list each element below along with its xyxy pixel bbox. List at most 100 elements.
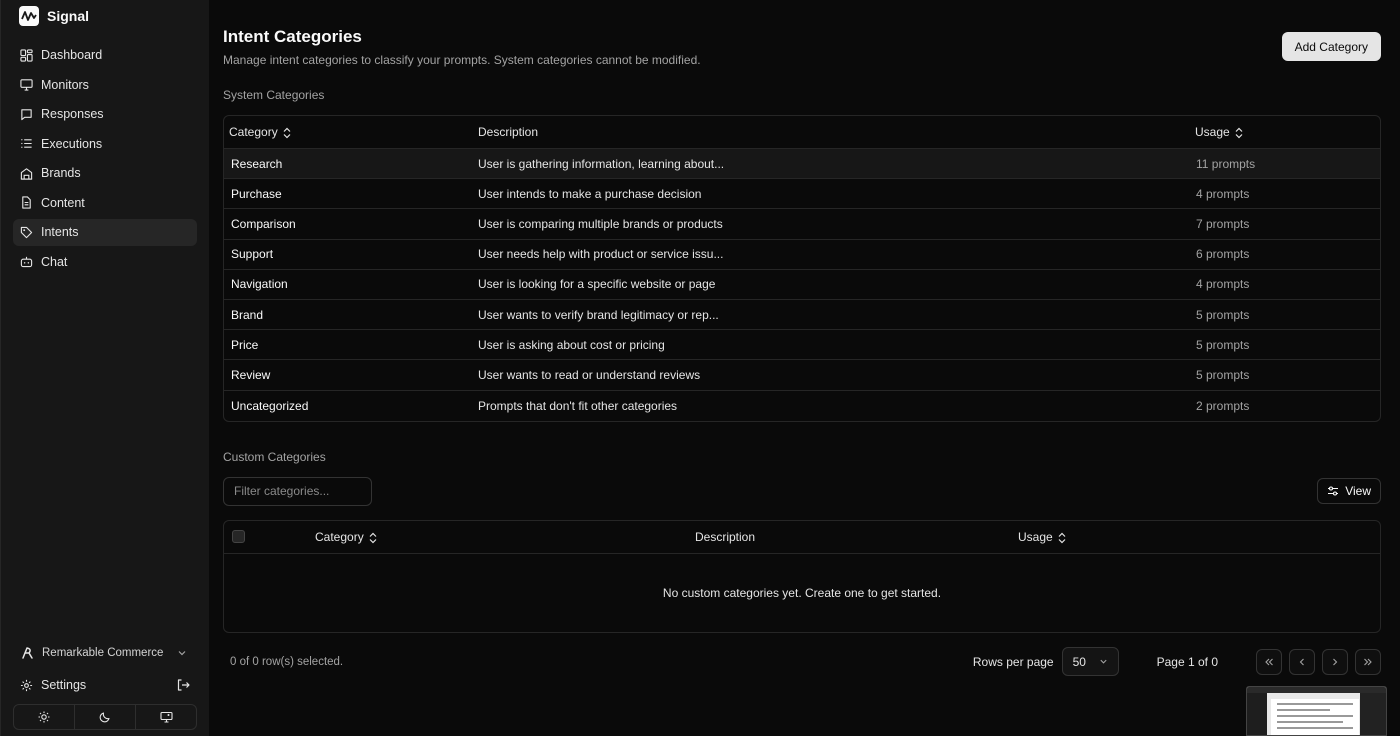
previous-page-button[interactable] [1289, 648, 1315, 675]
table-header: Category Description Usage [224, 116, 1380, 149]
page-header: Intent Categories Manage intent categori… [223, 0, 1381, 67]
chevron-down-icon [1100, 659, 1107, 664]
table-row[interactable]: Support User needs help with product or s… [224, 240, 1380, 270]
usage-cell: 4 prompts [1196, 186, 1250, 201]
description-column-header: Description [478, 125, 539, 139]
first-page-button[interactable] [1256, 648, 1282, 675]
settings-label: Settings [41, 678, 87, 692]
system-categories-table: Category Description Usage Research User … [223, 115, 1381, 422]
sidebar-item-dashboard[interactable]: Dashboard [13, 42, 197, 69]
chevron-left-icon [1299, 658, 1304, 666]
category-column-header[interactable]: Category [224, 125, 478, 139]
system-theme-button[interactable] [136, 705, 196, 729]
dashboard-icon [20, 49, 33, 62]
table-row[interactable]: Purchase User intends to make a purchase … [224, 179, 1380, 210]
message-icon [21, 109, 32, 120]
description-column-header: Description [695, 529, 756, 544]
sidebar-item-intents[interactable]: Intents [13, 219, 197, 246]
filter-input[interactable] [223, 476, 372, 506]
category-cell: Uncategorized [231, 398, 309, 413]
sidebar-item-responses[interactable]: Responses [13, 101, 197, 128]
table-header: Category Description Usage [224, 521, 1380, 554]
table-row[interactable]: Navigation User is looking for a specific… [224, 270, 1380, 300]
selection-count: 0 of 0 row(s) selected. [230, 655, 344, 668]
sidebar-item-label: Chat [41, 254, 68, 269]
org-logo-icon [22, 647, 33, 659]
next-page-button[interactable] [1322, 648, 1348, 675]
sidebar-item-brands[interactable]: Brands [13, 160, 197, 187]
light-theme-button[interactable] [14, 705, 75, 729]
settings-link[interactable]: Settings [13, 672, 197, 698]
table-row[interactable]: Uncategorized Prompts that don't fit othe… [224, 391, 1380, 421]
table-row[interactable]: Comparison User is comparing multiple bra… [224, 209, 1380, 240]
sidebar: Signal Dashboard Monitors Responses Exec… [0, 0, 209, 736]
sidebar-item-label: Monitors [41, 77, 89, 92]
brand[interactable]: Signal [13, 0, 197, 32]
system-categories-label: System Categories [223, 88, 325, 102]
category-column-header[interactable]: Category [315, 530, 695, 544]
sidebar-item-label: Brands [41, 166, 81, 181]
description-cell: User is comparing multiple brands or pro… [478, 216, 723, 231]
usage-cell: 7 prompts [1196, 216, 1250, 231]
category-cell: Navigation [231, 277, 288, 292]
chevrons-left-icon [1265, 658, 1273, 666]
sidebar-item-monitors[interactable]: Monitors [13, 72, 197, 99]
logout-icon[interactable] [176, 678, 190, 692]
usage-cell: 5 prompts [1196, 367, 1250, 382]
table-row[interactable]: Review User wants to read or understand r… [224, 360, 1380, 391]
list-icon [21, 139, 32, 149]
add-category-button[interactable]: Add Category [1281, 32, 1381, 61]
signal-logo-icon [19, 6, 39, 26]
description-cell: User needs help with product or service … [478, 247, 724, 262]
org-switcher[interactable]: Remarkable Commerce [13, 640, 197, 666]
rows-per-page-value: 50 [1072, 654, 1086, 669]
table-row[interactable]: Brand User wants to verify brand legitima… [224, 300, 1380, 331]
rows-per-page-label: Rows per page [972, 654, 1054, 669]
sidebar-item-chat[interactable]: Chat [13, 249, 197, 276]
column-label: Category [315, 529, 364, 544]
select-all-checkbox[interactable] [232, 530, 245, 544]
chevrons-right-icon [1364, 658, 1372, 666]
category-cell: Purchase [231, 186, 282, 201]
table-row[interactable]: Research User is gathering information, l… [224, 149, 1380, 180]
page-info: Page 1 of 0 [1156, 654, 1218, 669]
usage-cell: 5 prompts [1196, 307, 1250, 322]
sidebar-footer: Remarkable Commerce Settings [13, 640, 197, 730]
main-content: Intent Categories Manage intent categori… [209, 0, 1400, 736]
sidebar-item-label: Responses [41, 107, 104, 122]
description-cell: User is gathering information, learning … [478, 156, 725, 171]
chevron-down-icon [179, 651, 186, 656]
pager [1256, 648, 1381, 675]
org-name: Remarkable Commerce [42, 647, 164, 659]
bot-icon [20, 257, 33, 268]
usage-column-header[interactable]: Usage [1188, 125, 1380, 139]
sidebar-item-label: Content [41, 195, 85, 210]
sort-icon [283, 127, 291, 139]
category-cell: Review [231, 367, 271, 382]
sidebar-item-content[interactable]: Content [13, 190, 197, 217]
category-cell: Comparison [231, 216, 296, 231]
category-cell: Price [231, 337, 259, 352]
screenshot-thumbnail[interactable] [1246, 686, 1387, 736]
sort-icon [1235, 127, 1243, 139]
usage-column-header[interactable]: Usage [1018, 530, 1067, 544]
column-label: Usage [1195, 125, 1230, 139]
column-label: Usage [1018, 529, 1053, 544]
sidebar-item-executions[interactable]: Executions [13, 131, 197, 158]
description-cell: User intends to make a purchase decision [478, 186, 702, 201]
view-button[interactable]: View [1317, 478, 1381, 505]
custom-categories-table: Category Description Usage No custom cat… [223, 519, 1381, 633]
page-title: Intent Categories [223, 27, 362, 46]
usage-cell: 11 prompts [1196, 156, 1256, 171]
last-page-button[interactable] [1355, 648, 1381, 675]
tag-icon [20, 226, 33, 238]
description-cell: User wants to read or understand reviews [478, 367, 701, 382]
table-row[interactable]: Price User is asking about cost or pricin… [224, 330, 1380, 361]
file-icon [22, 196, 31, 209]
rows-per-page-select[interactable]: 50 [1061, 647, 1119, 677]
dark-theme-button[interactable] [75, 705, 136, 729]
usage-cell: 4 prompts [1196, 277, 1250, 292]
custom-categories-label: Custom Categories [223, 449, 326, 464]
usage-cell: 5 prompts [1196, 337, 1250, 352]
sidebar-nav: Dashboard Monitors Responses Executions … [13, 42, 197, 275]
